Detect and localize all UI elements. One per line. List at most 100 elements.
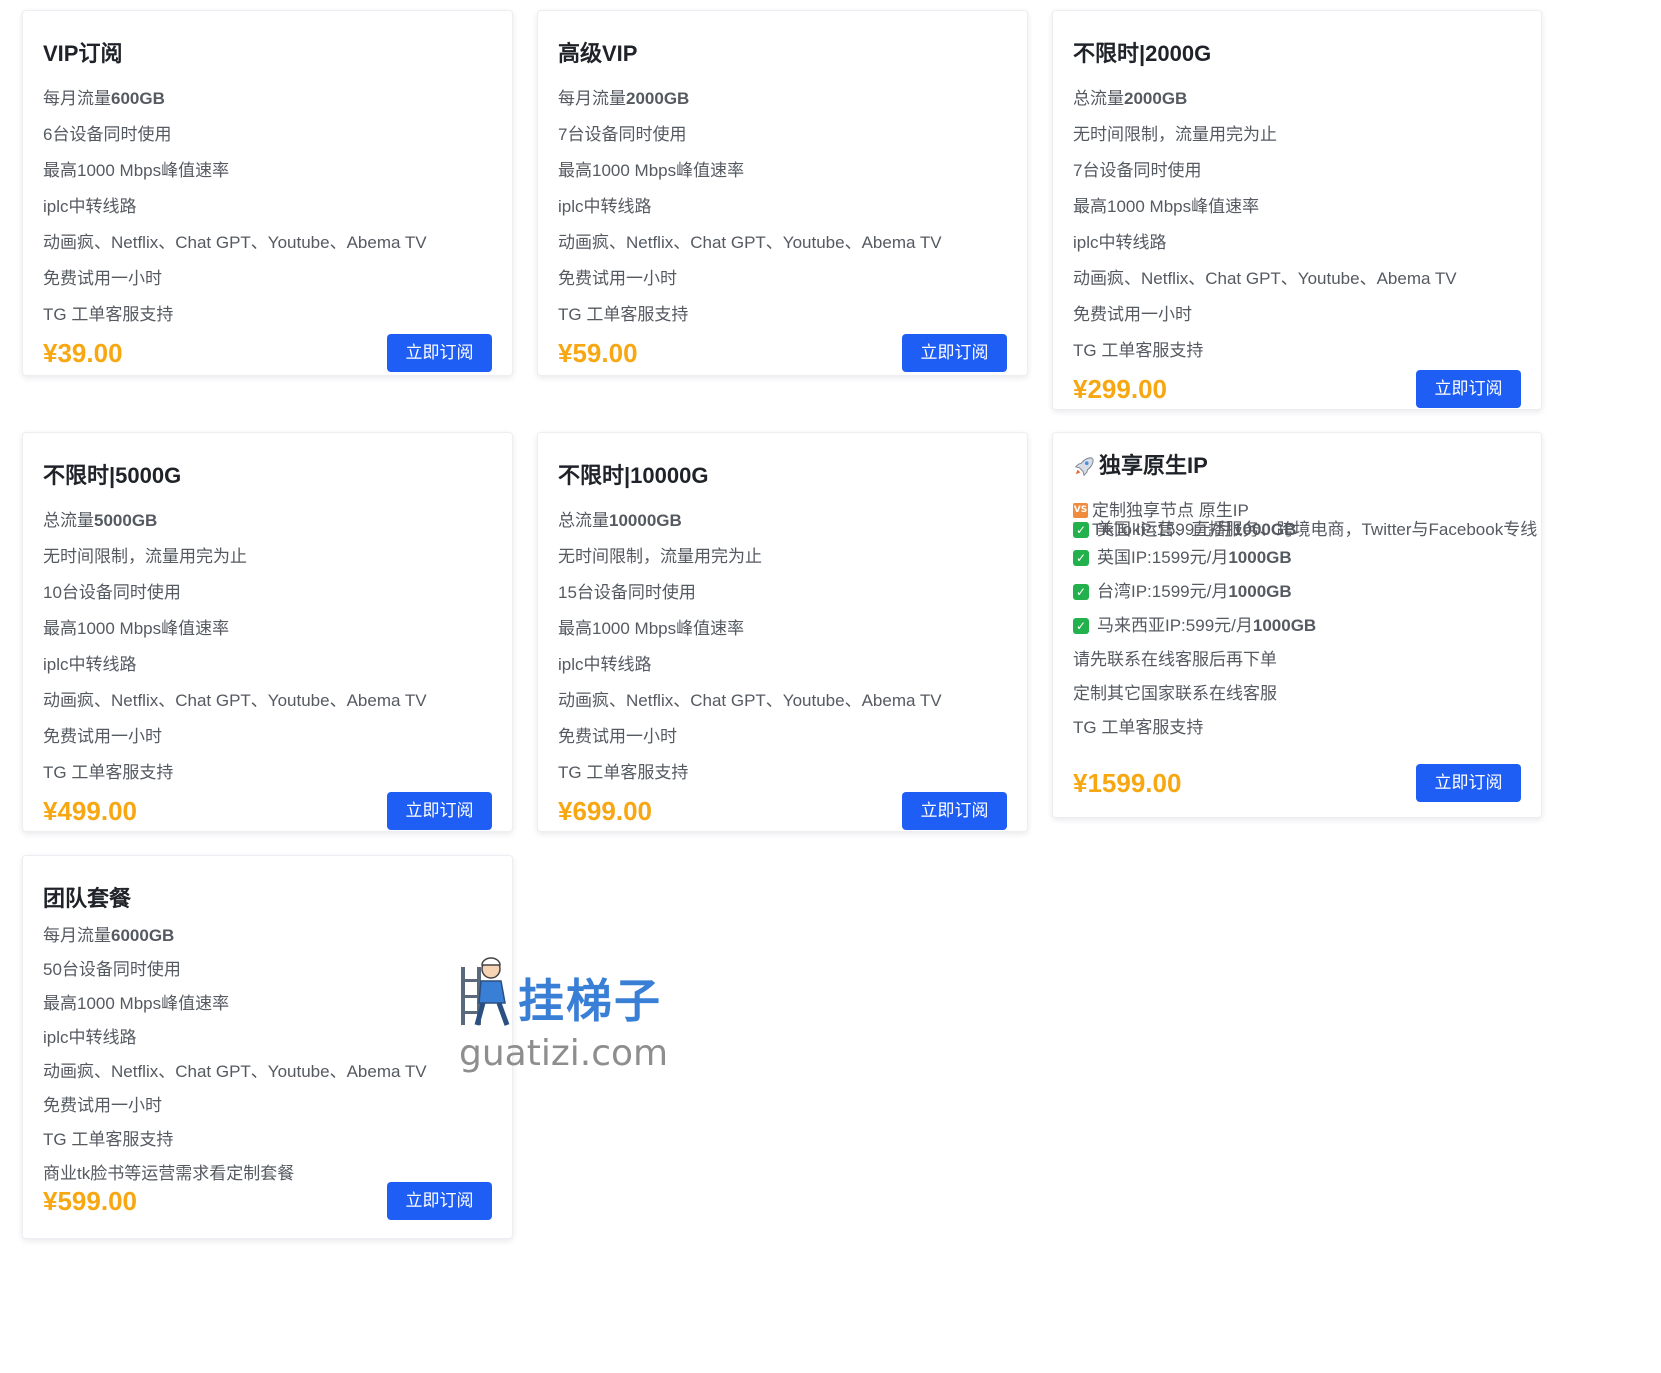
feature-list: 每月流量2000GB 7台设备同时使用最高1000 Mbps峰值速率 iplc中转线… — [558, 81, 942, 333]
ip-price-text: 马来西亚IP:599元/月 — [1097, 616, 1253, 635]
feature-text: 动画疯、Netflix、Chat GPT、Youtube、Abema TV — [558, 233, 942, 252]
list-item: TG 工单客服支持 — [1073, 333, 1457, 369]
list-item: 动画疯、Netflix、Chat GPT、Youtube、Abema TV — [1073, 261, 1457, 297]
plan-card-premium-vip: 高级VIP 每月流量2000GB 7台设备同时使用 最高1000 Mbps峰值速率 ip… — [537, 10, 1028, 376]
ip-price-text: 英国IP:1599元/月 — [1097, 548, 1229, 567]
list-item: 动画疯、Netflix、Chat GPT、Youtube、Abema TV — [43, 225, 427, 261]
subscribe-button[interactable]: 立即订阅 — [387, 792, 492, 830]
list-item: 免费试用一小时 — [43, 1089, 427, 1123]
list-item: TG 工单客服支持 — [43, 297, 427, 333]
plan-price: ¥599.00 — [43, 1186, 137, 1216]
plan-title: 独享原生IP — [1073, 453, 1208, 479]
feature-text: 15台设备同时使用 — [558, 583, 696, 602]
feature-text: 免费试用一小时 — [1073, 305, 1192, 324]
list-item: 无时间限制，流量用完为止 — [43, 539, 427, 575]
list-item: iplc中转线路 — [43, 647, 427, 683]
list-item: 免费试用一小时 — [558, 261, 942, 297]
list-item: 每月流量2000GB — [558, 81, 942, 117]
feature-text: 动画疯、Netflix、Chat GPT、Youtube、Abema TV — [43, 233, 427, 252]
feature-text: 免费试用一小时 — [43, 1096, 162, 1115]
list-item: ✓ 英国IP:1599元/月 1000GB — [1073, 541, 1316, 575]
list-item: TG 工单客服支持 — [558, 297, 942, 333]
feature-highlight: 10000GB — [609, 511, 682, 530]
list-item: 每月流量600GB — [43, 81, 427, 117]
subscribe-button[interactable]: 立即订阅 — [387, 1182, 492, 1220]
plan-card-unlimited-2000g: 不限时|2000G 总流量2000GB 无时间限制，流量用完为止 7台设备同时使用 最高… — [1052, 10, 1542, 410]
feature-text: 免费试用一小时 — [558, 727, 677, 746]
feature-text: 最高1000 Mbps峰值速率 — [43, 161, 230, 180]
feature-list: 总流量10000GB 无时间限制，流量用完为止 15台设备同时使用 最高1000 Mb… — [558, 503, 942, 791]
subscribe-button[interactable]: 立即订阅 — [387, 334, 492, 372]
feature-text: 最高1000 Mbps峰值速率 — [558, 161, 745, 180]
list-item: iplc中转线路 — [43, 189, 427, 225]
feature-text: 动画疯、Netflix、Chat GPT、Youtube、Abema TV — [558, 691, 942, 710]
subscribe-button[interactable]: 立即订阅 — [902, 792, 1007, 830]
plan-price: ¥39.00 — [43, 338, 123, 368]
feature-text: 7台设备同时使用 — [1073, 161, 1202, 180]
rocket-icon — [1074, 457, 1094, 477]
ip-price-text: 台湾IP:1599元/月 — [1097, 582, 1229, 601]
note-text: TG 工单客服支持 — [1073, 718, 1204, 737]
subscribe-button[interactable]: 立即订阅 — [902, 334, 1007, 372]
feature-highlight: 2000GB — [626, 89, 690, 108]
ip-price-text: 美国 IP:1599元/月 — [1097, 520, 1234, 539]
plan-card-team: 团队套餐 每月流量6000GB 50台设备同时使用 最高1000 Mbps峰值速率 ip… — [22, 855, 513, 1239]
feature-text: 最高1000 Mbps峰值速率 — [1073, 197, 1260, 216]
list-item: 定制其它国家联系在线客服 — [1073, 677, 1316, 711]
feature-list: 每月流量600GB 6台设备同时使用 最高1000 Mbps峰值速率 iplc中转线路… — [43, 81, 427, 333]
feature-text: iplc中转线路 — [558, 197, 652, 216]
feature-list: 总流量2000GB 无时间限制，流量用完为止 7台设备同时使用最高1000 Mbps… — [1073, 81, 1457, 369]
feature-text: 10台设备同时使用 — [43, 583, 181, 602]
list-item: 7台设备同时使用 — [1073, 153, 1457, 189]
feature-text: TG 工单客服支持 — [43, 1130, 174, 1149]
list-item: iplc中转线路 — [558, 647, 942, 683]
list-item: iplc中转线路 — [1073, 225, 1457, 261]
feature-text: TG 工单客服支持 — [43, 763, 174, 782]
list-item: 6台设备同时使用 — [43, 117, 427, 153]
feature-text: 商业tk脸书等运营需求看定制套餐 — [43, 1164, 295, 1183]
feature-highlight: 600GB — [111, 89, 165, 108]
plan-title: VIP订阅 — [43, 41, 123, 66]
list-item: TG 工单客服支持 — [1073, 711, 1316, 745]
check-box-icon: ✓ — [1073, 584, 1089, 600]
feature-text: 每月流量 — [43, 89, 111, 108]
list-item: VS 定制独享节点 原生IP — [1073, 501, 1537, 520]
list-item: 最高1000 Mbps峰值速率 — [43, 987, 427, 1021]
list-item: 免费试用一小时 — [1073, 297, 1457, 333]
list-item: iplc中转线路 — [43, 1021, 427, 1055]
note-text: 定制其它国家联系在线客服 — [1073, 684, 1277, 703]
vs-badge-icon: VS — [1073, 503, 1088, 518]
plan-price: ¥1599.00 — [1073, 768, 1182, 798]
subscribe-button[interactable]: 立即订阅 — [1416, 764, 1521, 802]
plan-title: 不限时|5000G — [43, 463, 182, 488]
feature-list: 总流量5000GB 无时间限制，流量用完为止 10台设备同时使用 最高1000 Mbp… — [43, 503, 427, 791]
feature-text: 无时间限制，流量用完为止 — [1073, 125, 1277, 144]
feature-text: 最高1000 Mbps峰值速率 — [558, 619, 745, 638]
feature-text: 总流量 — [1073, 89, 1124, 108]
feature-highlight: 5000GB — [94, 511, 158, 530]
native-ip-features: ✓ 美国 IP:1599元/月 1000GB ✓ 英国IP:1599元/月 1000GB ✓… — [1073, 519, 1316, 745]
list-item: TG 工单客服支持 — [43, 1123, 427, 1157]
list-item: ✓ 美国 IP:1599元/月 1000GB — [1073, 519, 1316, 541]
check-box-icon: ✓ — [1073, 522, 1089, 538]
feature-highlight: 2000GB — [1124, 89, 1188, 108]
list-item: iplc中转线路 — [558, 189, 942, 225]
list-item: 每月流量6000GB — [43, 919, 427, 953]
feature-text: 7台设备同时使用 — [558, 125, 687, 144]
list-item: 动画疯、Netflix、Chat GPT、Youtube、Abema TV — [558, 683, 942, 719]
ip-traffic: 1000GB — [1252, 616, 1317, 635]
note-text: 请先联系在线客服后再下单 — [1073, 650, 1277, 669]
list-item: 免费试用一小时 — [43, 261, 427, 297]
plan-title-text: 独享原生IP — [1099, 453, 1208, 478]
feature-text: 无时间限制，流量用完为止 — [43, 547, 247, 566]
list-item: ✓ 马来西亚IP:599元/月 1000GB — [1073, 609, 1316, 643]
list-item: 无时间限制，流量用完为止 — [1073, 117, 1457, 153]
subscribe-button[interactable]: 立即订阅 — [1416, 370, 1521, 408]
check-box-icon: ✓ — [1073, 550, 1089, 566]
plan-price: ¥499.00 — [43, 796, 137, 826]
list-item: 最高1000 Mbps峰值速率 — [1073, 189, 1457, 225]
feature-text: 动画疯、Netflix、Chat GPT、Youtube、Abema TV — [43, 1062, 427, 1081]
feature-text: 无时间限制，流量用完为止 — [558, 547, 762, 566]
list-item: 最高1000 Mbps峰值速率 — [558, 611, 942, 647]
vs-line-text: 定制独享节点 原生IP — [1092, 501, 1249, 520]
